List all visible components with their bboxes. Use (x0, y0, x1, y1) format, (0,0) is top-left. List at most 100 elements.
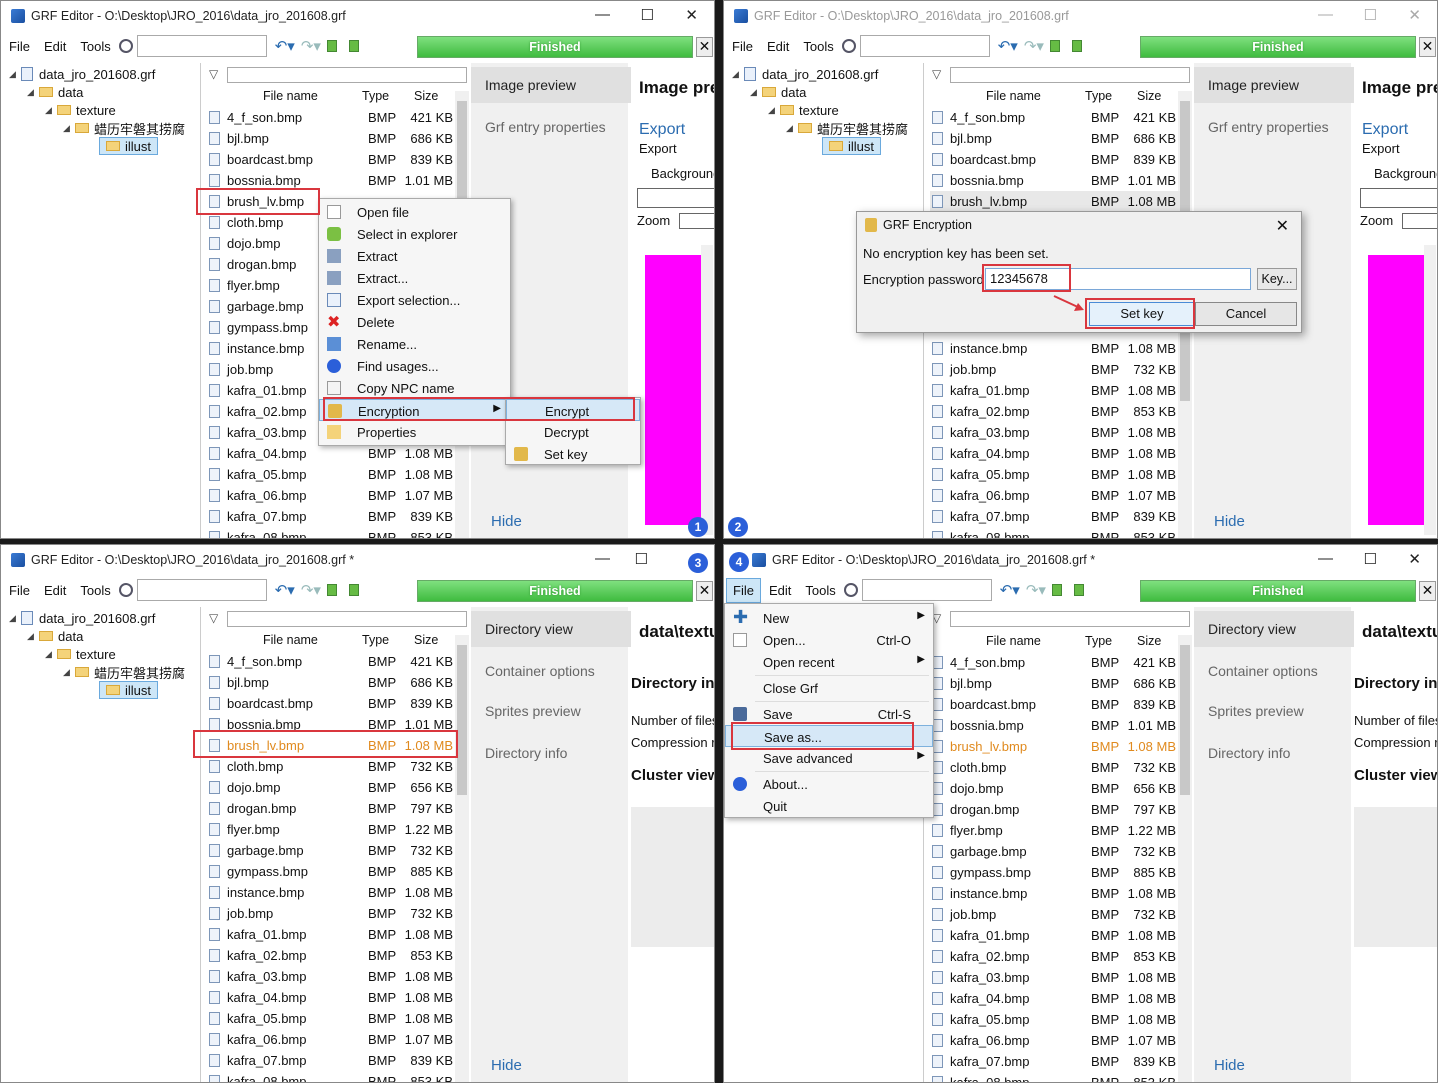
expand-arrow-icon[interactable]: ◢ (750, 87, 762, 98)
tab-grf-entry-properties[interactable]: Grf entry properties (471, 109, 631, 145)
tree-data[interactable]: data (58, 85, 83, 100)
col-size[interactable]: Size (414, 633, 438, 647)
table-row[interactable]: boardcast.bmp BMP 839 KB (930, 149, 1180, 170)
table-row[interactable]: kafra_05.bmp BMP 1.08 MB (207, 1008, 457, 1029)
col-type[interactable]: Type (1085, 634, 1112, 648)
ctx-copy-npc-name[interactable]: Copy NPC name (319, 377, 510, 399)
table-row[interactable]: flyer.bmp BMP 1.22 MB (930, 820, 1180, 841)
table-row[interactable]: kafra_05.bmp BMP 1.08 MB (207, 464, 457, 485)
ctx-open-file[interactable]: Open file (319, 201, 510, 223)
redo-icon[interactable]: ↷▾ (1026, 581, 1046, 599)
table-row[interactable]: kafra_06.bmp BMP 1.07 MB (930, 485, 1180, 506)
table-row[interactable]: 4_f_son.bmp BMP 421 KB (207, 107, 457, 128)
extract-icon[interactable] (1051, 584, 1062, 596)
filter-input[interactable] (950, 67, 1190, 83)
menu-file[interactable]: File (9, 39, 30, 54)
menu-edit[interactable]: Edit (769, 583, 791, 598)
file-quit[interactable]: Quit (725, 795, 933, 817)
cancel-button[interactable]: Cancel (1195, 302, 1297, 326)
hide-link[interactable]: Hide (491, 1057, 522, 1074)
extract-icon[interactable] (1049, 40, 1060, 52)
file-open-recent[interactable]: Open recent ▶ (725, 651, 933, 673)
tab-image-preview[interactable]: Image preview (1194, 67, 1354, 103)
col-type[interactable]: Type (362, 633, 389, 647)
menu-edit[interactable]: Edit (44, 583, 66, 598)
table-row[interactable]: kafra_06.bmp BMP 1.07 MB (930, 1030, 1180, 1051)
add-icon[interactable] (348, 584, 359, 596)
minimize-button[interactable]: — (595, 550, 610, 567)
menu-tools[interactable]: Tools (805, 583, 835, 598)
zoom-slider[interactable] (1402, 213, 1437, 229)
table-row[interactable]: bjl.bmp BMP 686 KB (930, 673, 1180, 694)
table-row[interactable]: kafra_07.bmp BMP 839 KB (930, 506, 1180, 527)
table-row[interactable]: cloth.bmp BMP 732 KB (930, 757, 1180, 778)
tab-grf-entry-properties[interactable]: Grf entry properties (1194, 109, 1354, 145)
progress-close-button[interactable]: ✕ (696, 37, 713, 57)
table-row[interactable]: kafra_06.bmp BMP 1.07 MB (207, 1029, 457, 1050)
expand-arrow-icon[interactable]: ◢ (768, 105, 780, 116)
table-row[interactable]: kafra_08.bmp BMP 853 KB (930, 1072, 1180, 1082)
tree-root[interactable]: data_jro_201608.grf (39, 67, 155, 82)
table-row[interactable]: boardcast.bmp BMP 839 KB (207, 149, 457, 170)
ctx-rename[interactable]: Rename... (319, 333, 510, 355)
table-row[interactable]: kafra_02.bmp BMP 853 KB (207, 945, 457, 966)
redo-icon[interactable]: ↷▾ (301, 581, 321, 599)
tree-data[interactable]: data (781, 85, 806, 100)
file-close-grf[interactable]: Close Grf (725, 677, 933, 699)
menu-edit[interactable]: Edit (767, 39, 789, 54)
file-about[interactable]: About... (725, 773, 933, 795)
table-row[interactable]: kafra_05.bmp BMP 1.08 MB (930, 1009, 1180, 1030)
tree-texture[interactable]: texture (76, 647, 116, 662)
tree-illust[interactable]: illust (848, 139, 874, 154)
minimize-button[interactable]: — (1318, 6, 1333, 23)
menu-edit[interactable]: Edit (44, 39, 66, 54)
table-row[interactable]: kafra_02.bmp BMP 853 KB (930, 946, 1180, 967)
file-save-advanced[interactable]: Save advanced ▶ (725, 747, 933, 769)
col-size[interactable]: Size (1137, 634, 1161, 648)
ctx-properties[interactable]: Properties (319, 421, 510, 443)
table-row[interactable]: kafra_05.bmp BMP 1.08 MB (930, 464, 1180, 485)
table-row[interactable]: bossnia.bmp BMP 1.01 MB (930, 170, 1180, 191)
filter-input[interactable] (950, 611, 1190, 627)
table-row[interactable]: 4_f_son.bmp BMP 421 KB (930, 107, 1180, 128)
minimize-button[interactable]: — (595, 6, 610, 23)
hide-link[interactable]: Hide (491, 513, 522, 530)
menu-file[interactable]: File (732, 39, 753, 54)
sub-set-key[interactable]: Set key (506, 443, 640, 465)
table-row[interactable]: dojo.bmp BMP 656 KB (930, 778, 1180, 799)
ctx-select-in-explorer[interactable]: Select in explorer (319, 223, 510, 245)
tab-container-options[interactable]: Container options (471, 653, 631, 689)
table-row[interactable]: bjl.bmp BMP 686 KB (207, 672, 457, 693)
tab-directory-info[interactable]: Directory info (1194, 735, 1354, 771)
table-row[interactable]: kafra_03.bmp BMP 1.08 MB (207, 966, 457, 987)
table-row[interactable]: kafra_08.bmp BMP 853 KB (930, 527, 1180, 538)
expand-arrow-icon[interactable]: ◢ (63, 123, 75, 134)
menu-file[interactable]: File (9, 583, 30, 598)
table-row[interactable]: kafra_01.bmp BMP 1.08 MB (930, 380, 1180, 401)
search-input[interactable] (859, 35, 990, 57)
tree-sub[interactable]: 蜡历牢磐其捞腐 (817, 119, 908, 138)
file-new[interactable]: ✚ New ▶ (725, 607, 933, 629)
tree-illust[interactable]: illust (125, 683, 151, 698)
table-row[interactable]: gympass.bmp BMP 885 KB (207, 861, 457, 882)
expand-arrow-icon[interactable]: ◢ (27, 631, 39, 642)
undo-icon[interactable]: ↶▾ (998, 37, 1018, 55)
close-button[interactable]: ✕ (685, 6, 698, 24)
tree-sub[interactable]: 蜡历牢磐其捞腐 (94, 663, 185, 682)
tree-root[interactable]: data_jro_201608.grf (762, 67, 878, 82)
close-button[interactable]: ✕ (1408, 6, 1421, 24)
table-row[interactable]: kafra_04.bmp BMP 1.08 MB (207, 443, 457, 464)
col-size[interactable]: Size (1137, 89, 1161, 103)
col-filename[interactable]: File name (263, 89, 318, 103)
zoom-slider[interactable] (679, 213, 714, 229)
table-row[interactable]: kafra_02.bmp BMP 853 KB (930, 401, 1180, 422)
table-row[interactable]: brush_lv.bmp BMP 1.08 MB (930, 191, 1180, 212)
table-row[interactable]: gympass.bmp BMP 885 KB (930, 862, 1180, 883)
undo-icon[interactable]: ↶▾ (275, 37, 295, 55)
tab-container-options[interactable]: Container options (1194, 653, 1354, 689)
add-icon[interactable] (1071, 40, 1082, 52)
progress-close-button[interactable]: ✕ (1419, 581, 1436, 601)
filter-input[interactable] (227, 611, 467, 627)
export-link[interactable]: Export (639, 121, 685, 139)
tab-sprites-preview[interactable]: Sprites preview (471, 693, 631, 729)
